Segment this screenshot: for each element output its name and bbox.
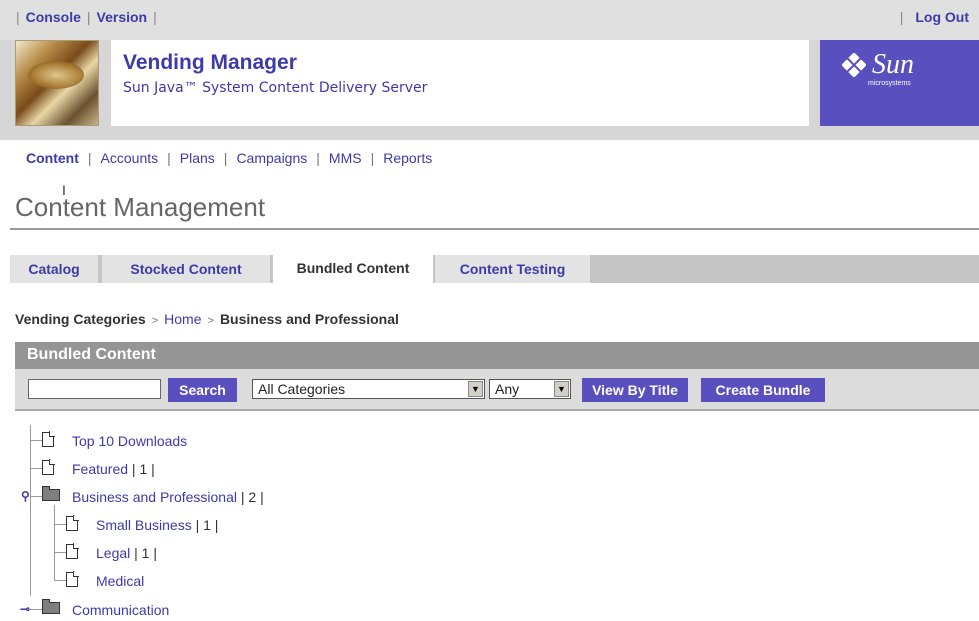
- banner-photo: [15, 40, 99, 126]
- chevron-down-icon: ▼: [468, 381, 483, 397]
- sun-logo-box: Sun microsystems: [820, 40, 979, 126]
- nav-reports[interactable]: Reports: [383, 150, 432, 166]
- document-icon: [66, 515, 79, 531]
- breadcrumb-current: Business and Professional: [219, 311, 399, 327]
- tab-strip: Catalog Stocked Content Bundled Content …: [10, 251, 979, 283]
- category-select-value: All Categories: [258, 381, 346, 397]
- sun-wordmark: Sun: [872, 49, 914, 80]
- tab-catalog[interactable]: Catalog: [10, 255, 98, 283]
- heading-divider: [10, 228, 979, 230]
- chevron-down-icon: ▼: [554, 381, 569, 397]
- folder-icon: [42, 599, 60, 614]
- breadcrumb-home-link[interactable]: Home: [164, 311, 201, 327]
- document-icon: [66, 543, 79, 559]
- type-select[interactable]: Any ▼: [489, 379, 571, 399]
- search-button[interactable]: Search: [168, 378, 237, 402]
- panel-toolbar: Search All Categories ▼ Any ▼ View By Ti…: [15, 369, 979, 411]
- tab-bundled-content[interactable]: Bundled Content: [273, 251, 433, 283]
- sun-logo-icon: [842, 53, 866, 77]
- section-nav: Content | Accounts | Plans | Campaigns | MMS | Rep…: [26, 150, 433, 166]
- tree-connector: [30, 425, 31, 596]
- nav-mms[interactable]: MMS: [329, 150, 362, 166]
- nav-plans[interactable]: Plans: [180, 150, 215, 166]
- expand-toggle-icon[interactable]: ⊸: [20, 602, 30, 616]
- masthead-nav: | Console | Version |: [16, 9, 157, 25]
- document-icon: [66, 571, 79, 587]
- page-title: Content Management: [15, 192, 266, 222]
- search-input[interactable]: [28, 379, 161, 399]
- collapse-toggle-icon[interactable]: ⚲: [21, 489, 30, 503]
- nav-accounts[interactable]: Accounts: [101, 150, 159, 166]
- app-title: Vending Manager: [123, 51, 297, 74]
- tab-content-testing[interactable]: Content Testing: [435, 255, 590, 283]
- tab-stocked-content[interactable]: Stocked Content: [102, 255, 270, 283]
- version-link[interactable]: Version: [97, 9, 148, 25]
- nav-content[interactable]: Content: [26, 150, 79, 166]
- panel-header: Bundled Content: [15, 342, 979, 369]
- nav-campaigns[interactable]: Campaigns: [236, 150, 307, 166]
- document-icon: [42, 459, 55, 475]
- breadcrumb: Vending Categories > Home > Business and Pro…: [15, 311, 399, 327]
- type-select-value: Any: [495, 381, 520, 397]
- view-by-title-button[interactable]: View By Title: [582, 378, 688, 402]
- sun-microsystems-text: microsystems: [868, 80, 911, 87]
- log-out-link[interactable]: Log Out: [915, 9, 969, 25]
- app-subtitle: Sun Java™ System Content Delivery Server: [123, 80, 428, 96]
- category-select[interactable]: All Categories ▼: [252, 379, 485, 399]
- document-icon: [42, 431, 55, 447]
- title-box: Vending Manager Sun Java™ System Content…: [111, 40, 809, 126]
- breadcrumb-root: Vending Categories: [15, 311, 146, 327]
- masthead-bar: | Console | Version | | Log Out: [0, 0, 979, 40]
- panel-title: Bundled Content: [27, 346, 156, 363]
- create-bundle-button[interactable]: Create Bundle: [701, 378, 825, 402]
- folder-icon: [42, 486, 60, 501]
- console-link[interactable]: Console: [26, 9, 81, 25]
